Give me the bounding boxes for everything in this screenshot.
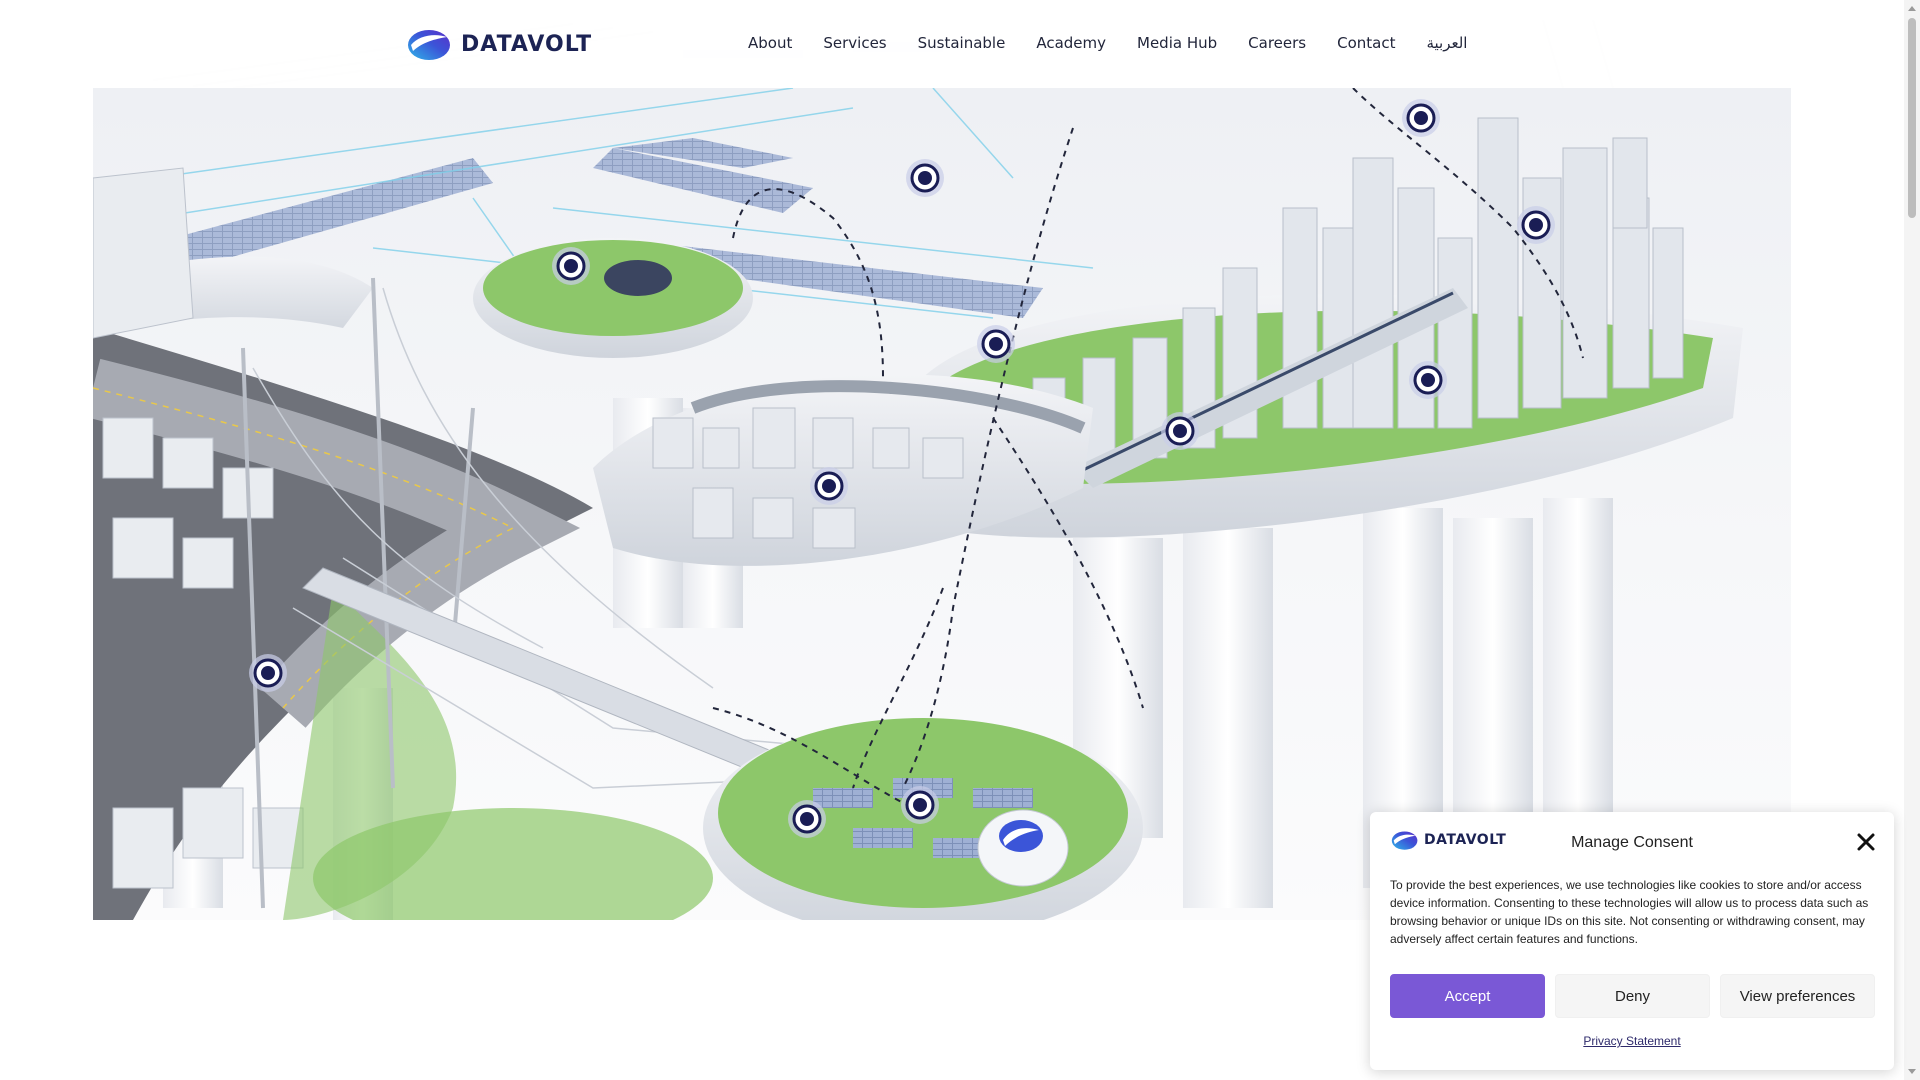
- nav-media-hub[interactable]: Media Hub: [1137, 34, 1217, 52]
- consent-description: To provide the best experiences, we use …: [1390, 878, 1869, 946]
- privacy-statement-link[interactable]: Privacy Statement: [1370, 1034, 1894, 1048]
- main-nav: About Services Sustainable Academy Media…: [748, 34, 1498, 52]
- site-header: DATAVOLT About Services Sustainable Acad…: [93, 20, 1791, 88]
- nav-arabic-language[interactable]: العربية: [1426, 34, 1467, 52]
- deny-button[interactable]: Deny: [1555, 974, 1710, 1018]
- close-icon[interactable]: [1856, 832, 1876, 852]
- nav-academy[interactable]: Academy: [1036, 34, 1106, 52]
- nav-services[interactable]: Services: [823, 34, 886, 52]
- nav-about[interactable]: About: [748, 34, 792, 52]
- nav-careers[interactable]: Careers: [1248, 34, 1306, 52]
- nav-sustainable[interactable]: Sustainable: [918, 34, 1006, 52]
- scroll-thumb[interactable]: [1908, 18, 1916, 218]
- cookie-consent-dialog: DATAVOLT Manage Consent To provide the b…: [1370, 812, 1894, 1070]
- view-preferences-button[interactable]: View preferences: [1720, 974, 1875, 1018]
- datavolt-logo[interactable]: DATAVOLT: [405, 24, 592, 64]
- consent-title: Manage Consent: [1571, 834, 1693, 851]
- accept-button[interactable]: Accept: [1390, 974, 1545, 1018]
- nav-contact[interactable]: Contact: [1337, 34, 1395, 52]
- logo-wordmark: DATAVOLT: [461, 31, 593, 57]
- page-scrollbar[interactable]: [1904, 0, 1920, 1080]
- scroll-up-arrow-icon[interactable]: [1908, 6, 1916, 11]
- scroll-down-arrow-icon[interactable]: [1908, 1069, 1916, 1074]
- smart-city-illustration-icon: [93, 88, 1791, 920]
- hero-illustration: [93, 88, 1743, 920]
- datavolt-swoosh-icon: [408, 30, 450, 60]
